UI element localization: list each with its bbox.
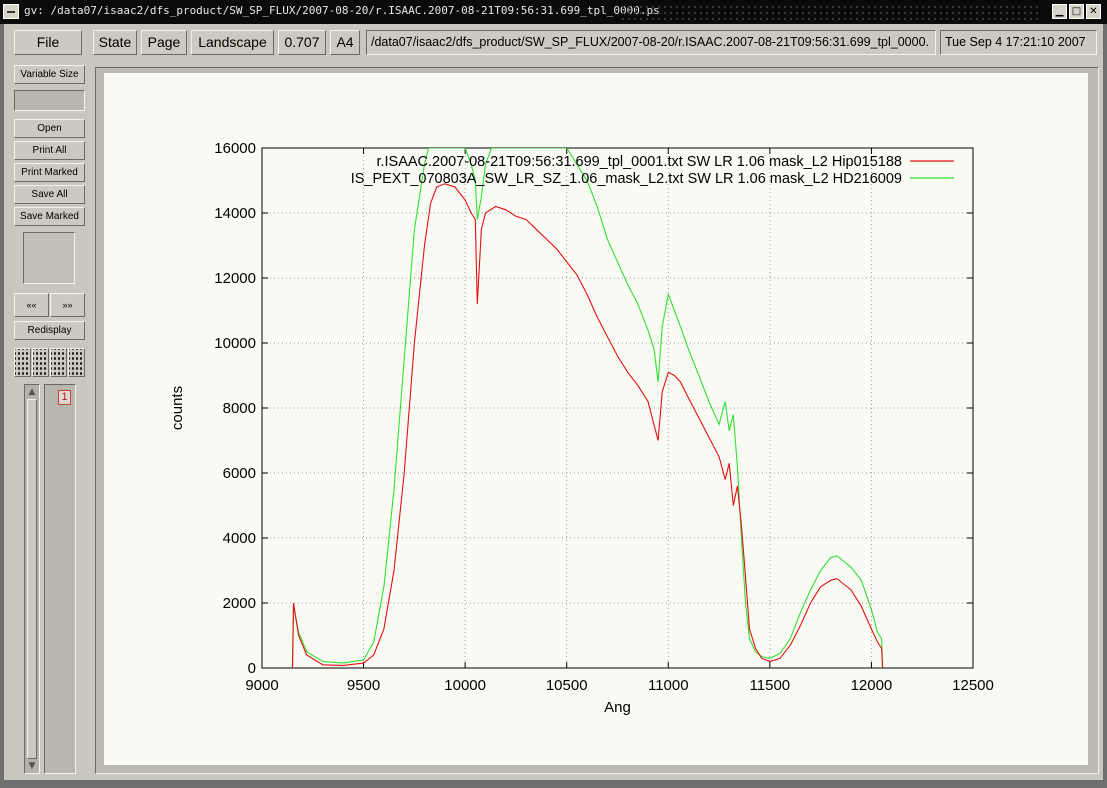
y-tick-label: 12000 — [214, 270, 256, 287]
gv-application: File State Page Landscape 0.707 A4 /data… — [4, 24, 1103, 780]
page-list[interactable]: 1 — [44, 384, 76, 774]
filename-field: /data07/isaac2/dfs_product/SW_SP_FLUX/20… — [366, 30, 936, 55]
mark-odd-pages-icon[interactable] — [14, 348, 31, 377]
scroll-down-arrow-icon[interactable]: ▼ — [26, 760, 38, 772]
state-menu-button[interactable]: State — [93, 30, 137, 55]
toggle-mark-icon[interactable] — [50, 348, 67, 377]
orientation-button[interactable]: Landscape — [191, 30, 274, 55]
minimize-icon[interactable]: ▁ — [1052, 4, 1067, 19]
media-button[interactable]: A4 — [330, 30, 360, 55]
variable-size-button[interactable]: Variable Size — [14, 65, 85, 84]
print-marked-button[interactable]: Print Marked — [14, 163, 85, 182]
legend-label: r.ISAAC.2007-08-21T09:56:31.699_tpl_0001… — [376, 154, 902, 170]
x-tick-label: 12500 — [952, 677, 994, 694]
y-tick-label: 2000 — [223, 595, 256, 612]
y-axis-label: counts — [169, 386, 186, 430]
window-titlebar[interactable]: gv: /data07/isaac2/dfs_product/SW_SP_FLU… — [0, 0, 1107, 24]
redisplay-button[interactable]: Redisplay — [14, 321, 85, 340]
mark-even-pages-icon[interactable] — [32, 348, 49, 377]
y-tick-label: 10000 — [214, 335, 256, 352]
page-number-item[interactable]: 1 — [58, 390, 71, 405]
x-axis-label: Ang — [604, 699, 631, 716]
save-marked-button[interactable]: Save Marked — [14, 207, 85, 226]
x-tick-label: 12000 — [851, 677, 893, 694]
x-tick-label: 9500 — [347, 677, 380, 694]
previous-page-button[interactable]: «« — [14, 293, 49, 317]
y-tick-label: 14000 — [214, 205, 256, 222]
x-tick-label: 11000 — [648, 677, 689, 694]
save-all-button[interactable]: Save All — [14, 185, 85, 204]
series-line-red — [291, 183, 884, 668]
x-tick-label: 10000 — [444, 677, 486, 694]
x-tick-label: 11500 — [750, 677, 791, 694]
scale-button[interactable]: 0.707 — [278, 30, 326, 55]
open-button[interactable]: Open — [14, 119, 85, 138]
legend-label: IS_PEXT_070803A_SW_LR_SZ_1.06_mask_L2.tx… — [351, 171, 902, 187]
page-thumbnail-panner[interactable] — [23, 232, 75, 284]
scrollbar-thumb[interactable] — [27, 399, 37, 759]
print-all-button[interactable]: Print All — [14, 141, 85, 160]
flux-chart: 9000 9500 10000 10500 11000 11500 12000 12500 0 2… — [169, 140, 994, 716]
x-tick-label: 10500 — [546, 677, 588, 694]
next-page-button[interactable]: »» — [50, 293, 85, 317]
y-tick-label: 4000 — [223, 530, 256, 547]
y-tick-label: 8000 — [223, 400, 256, 417]
close-icon[interactable]: ✕ — [1086, 4, 1101, 19]
x-tick-label: 9000 — [245, 677, 278, 694]
date-field: Tue Sep 4 17:21:10 2007 — [940, 30, 1097, 55]
status-field — [14, 90, 85, 111]
postscript-page[interactable]: 9000 9500 10000 10500 11000 11500 12000 12500 0 2… — [104, 73, 1088, 765]
y-tick-label: 6000 — [223, 465, 256, 482]
maximize-icon[interactable]: □ — [1069, 4, 1084, 19]
page-menu-button[interactable]: Page — [141, 30, 187, 55]
window-title: gv: /data07/isaac2/dfs_product/SW_SP_FLU… — [24, 4, 660, 17]
scroll-up-arrow-icon[interactable]: ▲ — [26, 386, 38, 398]
file-menu-button[interactable]: File — [14, 30, 82, 55]
y-tick-label: 0 — [248, 660, 256, 677]
y-tick-label: 16000 — [214, 140, 256, 157]
unmark-all-icon[interactable] — [68, 348, 85, 377]
titlebar-grip-pattern — [620, 4, 1040, 20]
window-menu-icon[interactable] — [3, 4, 19, 19]
page-list-scrollbar[interactable]: ▲ ▼ — [24, 384, 40, 774]
